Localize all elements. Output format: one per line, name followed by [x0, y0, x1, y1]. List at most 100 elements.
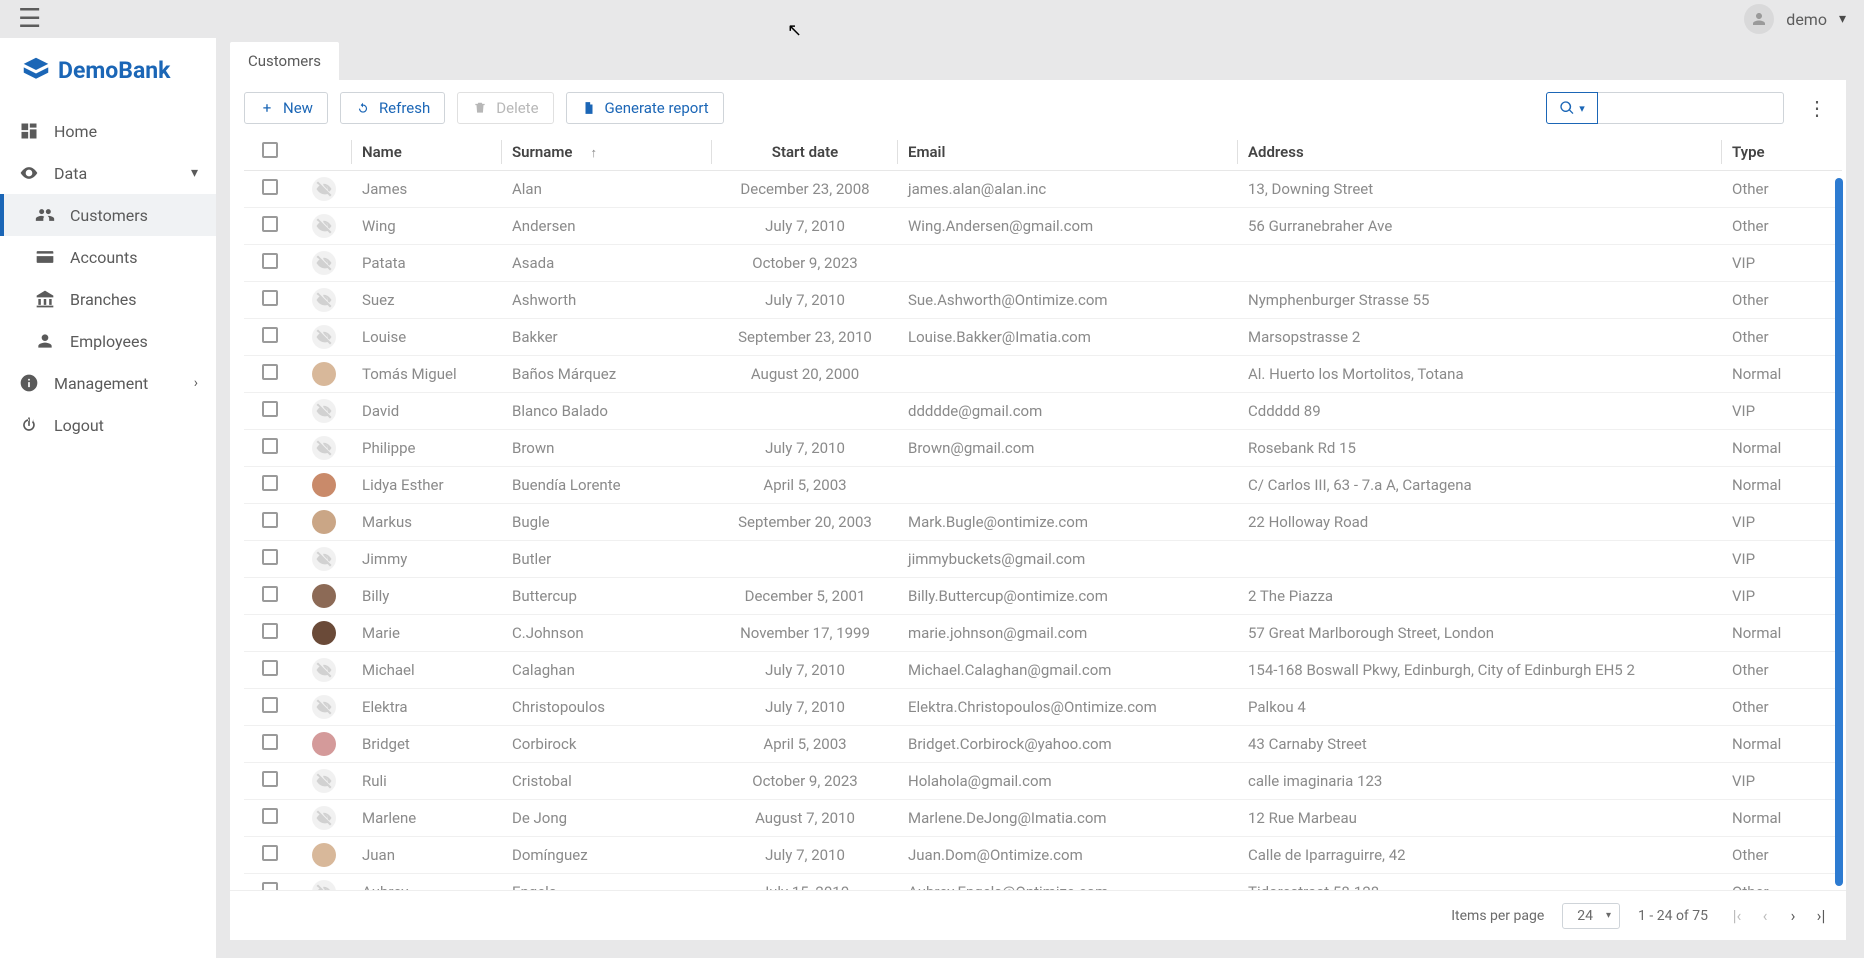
pager: |‹ ‹ › ›| — [1726, 906, 1832, 925]
table-row[interactable]: ElektraChristopoulosJuly 7, 2010Elektra.… — [244, 689, 1842, 726]
cell-email: james.alan@alan.inc — [898, 171, 1238, 208]
cell-address — [1238, 541, 1722, 578]
no-avatar-icon — [312, 547, 336, 571]
row-checkbox[interactable] — [262, 290, 278, 306]
row-checkbox[interactable] — [262, 549, 278, 565]
delete-button-label: Delete — [496, 99, 538, 117]
nav-logout[interactable]: Logout — [0, 404, 216, 446]
row-checkbox[interactable] — [262, 364, 278, 380]
nav-data[interactable]: Data ▾ — [0, 152, 216, 194]
row-checkbox[interactable] — [262, 179, 278, 195]
cell-address: 56 Gurranebraher Ave — [1238, 208, 1722, 245]
tab-customers[interactable]: Customers — [230, 42, 339, 80]
row-checkbox[interactable] — [262, 253, 278, 269]
row-checkbox[interactable] — [262, 401, 278, 417]
table-row[interactable]: JuanDomínguezJuly 7, 2010Juan.Dom@Ontimi… — [244, 837, 1842, 874]
header-checkbox[interactable] — [244, 134, 296, 171]
cell-name: Suez — [352, 282, 502, 319]
cell-type: Other — [1722, 208, 1842, 245]
table-row[interactable]: AubreyEngelsJuly 15, 2010Aubrey.Engels@O… — [244, 874, 1842, 891]
table-row[interactable]: RuliCristobalOctober 9, 2023Holahola@gma… — [244, 763, 1842, 800]
refresh-button[interactable]: Refresh — [340, 92, 445, 124]
next-page-button[interactable]: › — [1782, 906, 1804, 925]
page-range: 1 - 24 of 75 — [1638, 908, 1708, 924]
refresh-button-label: Refresh — [379, 99, 430, 117]
cell-date: July 7, 2010 — [712, 837, 898, 874]
user-menu[interactable]: demo ▾ — [1744, 4, 1846, 34]
cell-date: April 5, 2003 — [712, 726, 898, 763]
row-checkbox[interactable] — [262, 475, 278, 491]
generate-report-button[interactable]: Generate report — [566, 92, 724, 124]
row-checkbox[interactable] — [262, 882, 278, 890]
table-row[interactable]: JimmyButlerjimmybuckets@gmail.comVIP — [244, 541, 1842, 578]
power-icon — [18, 414, 40, 436]
row-checkbox[interactable] — [262, 845, 278, 861]
page-size-select[interactable]: 24 ▾ — [1562, 903, 1620, 929]
cell-type: Other — [1722, 171, 1842, 208]
row-checkbox[interactable] — [262, 586, 278, 602]
row-checkbox[interactable] — [262, 771, 278, 787]
plus-icon: + — [259, 100, 275, 116]
hamburger-icon[interactable]: ☰ — [18, 4, 41, 34]
customer-avatar — [312, 732, 336, 756]
header-start-date[interactable]: Start date — [712, 134, 898, 171]
triangle-down-icon: ▾ — [1606, 910, 1611, 921]
nav-customers[interactable]: Customers — [0, 194, 216, 236]
cell-name: Wing — [352, 208, 502, 245]
table-row[interactable]: BridgetCorbirockApril 5, 2003Bridget.Cor… — [244, 726, 1842, 763]
header-address[interactable]: Address — [1238, 134, 1722, 171]
header-surname[interactable]: Surname↑ — [502, 134, 712, 171]
more-options-button[interactable]: ⋮ — [1802, 93, 1832, 123]
no-avatar-icon — [312, 325, 336, 349]
table-row[interactable]: MarieC.JohnsonNovember 17, 1999marie.joh… — [244, 615, 1842, 652]
table-row[interactable]: MarkusBugleSeptember 20, 2003Mark.Bugle@… — [244, 504, 1842, 541]
table-row[interactable]: Tomás MiguelBaños MárquezAugust 20, 2000… — [244, 356, 1842, 393]
top-bar: ☰ demo ▾ — [0, 0, 1864, 38]
nav-accounts-label: Accounts — [70, 248, 137, 267]
cell-surname: Blanco Balado — [502, 393, 712, 430]
row-checkbox[interactable] — [262, 438, 278, 454]
nav-management[interactable]: Management › — [0, 362, 216, 404]
table-row[interactable]: MichaelCalaghanJuly 7, 2010Michael.Calag… — [244, 652, 1842, 689]
row-checkbox[interactable] — [262, 808, 278, 824]
nav-branches[interactable]: Branches — [0, 278, 216, 320]
cell-email: Michael.Calaghan@gmail.com — [898, 652, 1238, 689]
table-row[interactable]: WingAndersenJuly 7, 2010Wing.Andersen@gm… — [244, 208, 1842, 245]
row-checkbox[interactable] — [262, 697, 278, 713]
header-name[interactable]: Name — [352, 134, 502, 171]
nav-home[interactable]: Home — [0, 110, 216, 152]
row-checkbox[interactable] — [262, 734, 278, 750]
cell-name: Tomás Miguel — [352, 356, 502, 393]
row-checkbox[interactable] — [262, 660, 278, 676]
prev-page-button[interactable]: ‹ — [1754, 906, 1776, 925]
vertical-scrollbar[interactable] — [1835, 178, 1843, 886]
cell-type: VIP — [1722, 393, 1842, 430]
header-type[interactable]: Type — [1722, 134, 1842, 171]
cell-date: October 9, 2023 — [712, 763, 898, 800]
first-page-button[interactable]: |‹ — [1726, 906, 1748, 925]
table-row[interactable]: Lidya EstherBuendía LorenteApril 5, 2003… — [244, 467, 1842, 504]
new-button[interactable]: + New — [244, 92, 328, 124]
last-page-button[interactable]: ›| — [1810, 906, 1832, 925]
header-email[interactable]: Email — [898, 134, 1238, 171]
row-checkbox[interactable] — [262, 216, 278, 232]
table-row[interactable]: DavidBlanco Baladoddddde@gmail.comCddddd… — [244, 393, 1842, 430]
search-dropdown-button[interactable]: ▾ — [1546, 92, 1598, 124]
table-row[interactable]: BillyButtercupDecember 5, 2001Billy.Butt… — [244, 578, 1842, 615]
row-checkbox[interactable] — [262, 623, 278, 639]
cell-address: C/ Carlos III, 63 - 7.a A, Cartagena — [1238, 467, 1722, 504]
table-row[interactable]: LouiseBakkerSeptember 23, 2010Louise.Bak… — [244, 319, 1842, 356]
bank-icon — [34, 288, 56, 310]
card-icon — [34, 246, 56, 268]
nav-accounts[interactable]: Accounts — [0, 236, 216, 278]
row-checkbox[interactable] — [262, 512, 278, 528]
table-row[interactable]: JamesAlanDecember 23, 2008james.alan@ala… — [244, 171, 1842, 208]
cell-name: Aubrey — [352, 874, 502, 891]
nav-employees[interactable]: Employees — [0, 320, 216, 362]
table-row[interactable]: SuezAshworthJuly 7, 2010Sue.Ashworth@Ont… — [244, 282, 1842, 319]
row-checkbox[interactable] — [262, 327, 278, 343]
table-row[interactable]: PatataAsadaOctober 9, 2023VIP — [244, 245, 1842, 282]
search-input[interactable] — [1598, 92, 1784, 124]
table-row[interactable]: MarleneDe JongAugust 7, 2010Marlene.DeJo… — [244, 800, 1842, 837]
table-row[interactable]: PhilippeBrownJuly 7, 2010Brown@gmail.com… — [244, 430, 1842, 467]
